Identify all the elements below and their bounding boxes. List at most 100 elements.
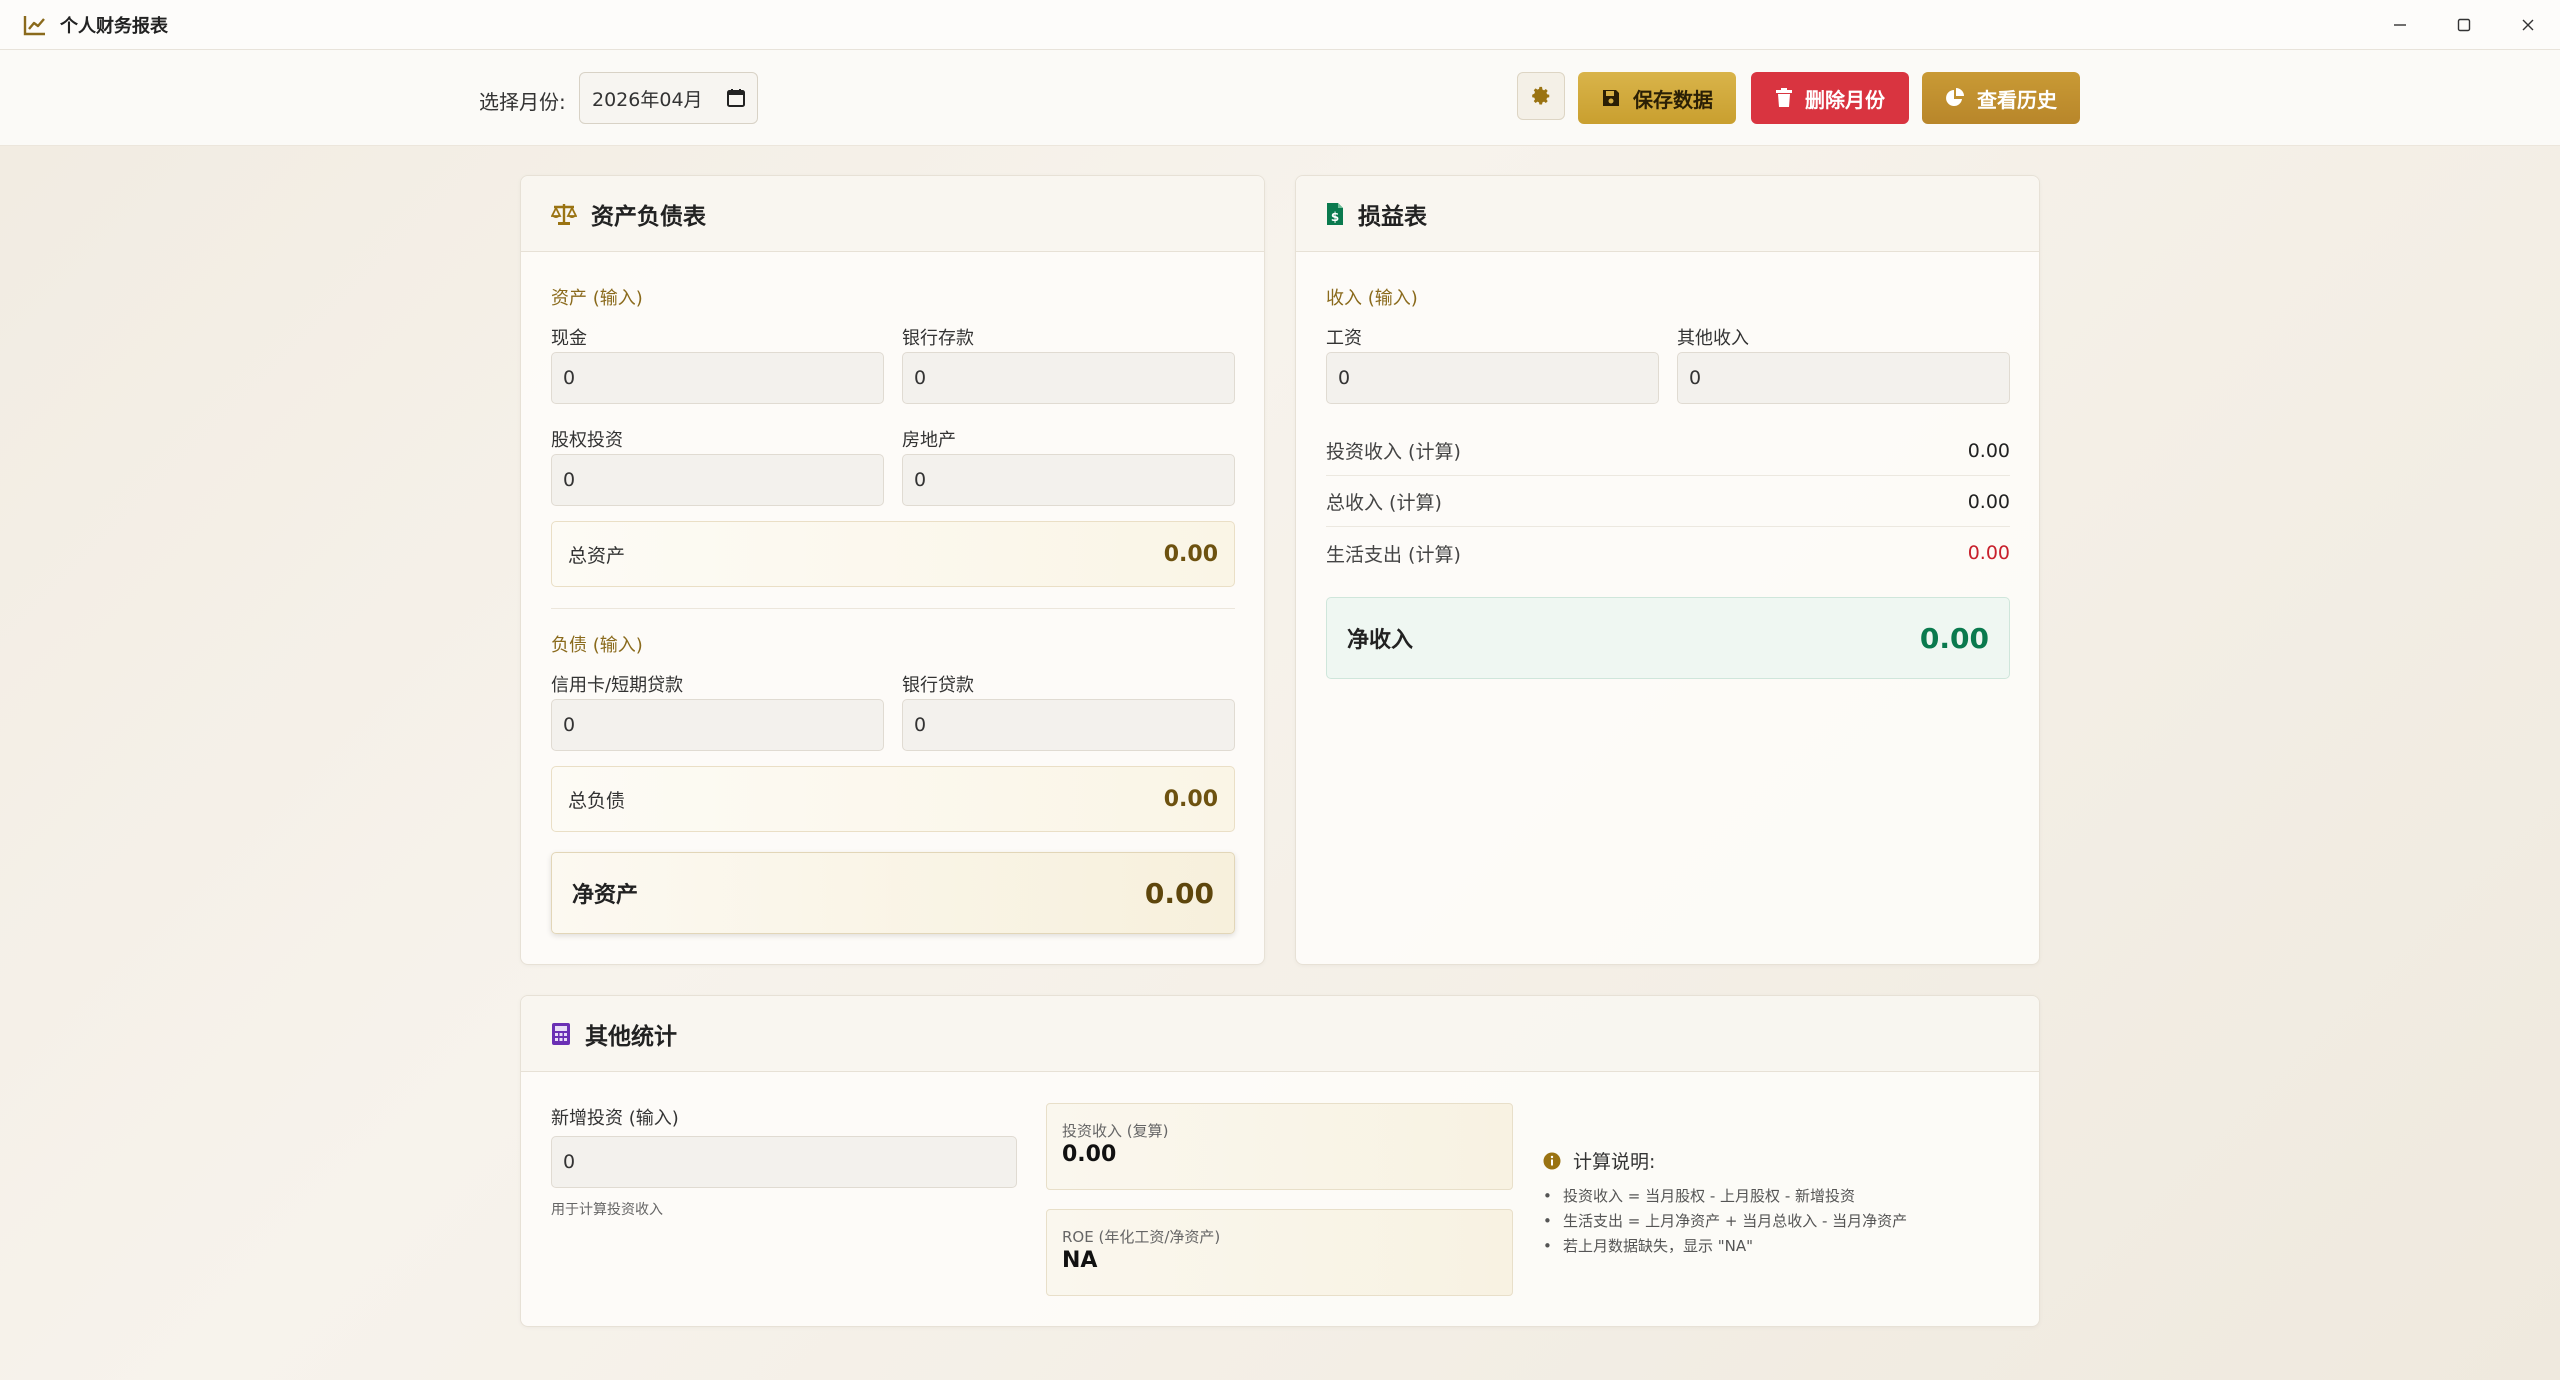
trash-icon	[1776, 88, 1792, 107]
other-stats-header: 其他统计	[521, 996, 2039, 1072]
close-button[interactable]	[2496, 0, 2560, 50]
total-assets-label: 总资产	[568, 544, 626, 567]
salary-label: 工资	[1326, 328, 1362, 349]
window-title: 个人财务报表	[60, 15, 168, 37]
roe-stat-value: NA	[1062, 1248, 1098, 1273]
equity-input[interactable]: 0	[551, 454, 884, 506]
total-liabilities-value: 0.00	[1163, 786, 1218, 812]
calculator-icon	[552, 1022, 570, 1045]
credit-label: 信用卡/短期贷款	[551, 675, 684, 696]
save-button[interactable]: 保存数据	[1578, 72, 1736, 124]
view-history-button[interactable]: 查看历史	[1922, 72, 2080, 124]
net-assets-label: 净资产	[572, 883, 639, 908]
living-expense-label: 生活支出 (计算)	[1326, 543, 1461, 566]
invoice-dollar-icon: $	[1327, 202, 1343, 225]
invest-income-stat: 投资收入 (复算) 0.00	[1046, 1103, 1513, 1190]
other-income-input[interactable]: 0	[1677, 352, 2010, 404]
total-assets-box: 总资产 0.00	[551, 521, 1235, 587]
calendar-icon[interactable]	[727, 88, 745, 113]
notes-title-row: 计算说明:	[1543, 1147, 1907, 1174]
deposit-label: 银行存款	[902, 328, 974, 349]
living-expense-row: 生活支出 (计算) 0.00	[1326, 528, 2010, 578]
delete-month-button[interactable]: 删除月份	[1751, 72, 1909, 124]
deposit-value: 0	[914, 367, 927, 389]
invest-income-stat-label: 投资收入 (复算)	[1062, 1122, 1169, 1140]
invest-income-stat-value: 0.00	[1062, 1142, 1117, 1167]
settings-button[interactable]	[1517, 72, 1565, 120]
net-income-value: 0.00	[1919, 621, 1989, 655]
chart-line-icon	[20, 10, 50, 40]
floppy-disk-icon	[1603, 90, 1619, 106]
net-assets-box: 净资产 0.00	[551, 852, 1235, 934]
new-invest-value: 0	[563, 1151, 576, 1173]
roe-stat-label: ROE (年化工资/净资产)	[1062, 1228, 1221, 1246]
pie-chart-icon	[1946, 88, 1964, 106]
note-item: 若上月数据缺失，显示 "NA"	[1543, 1234, 1907, 1259]
minimize-icon	[2394, 24, 2406, 26]
salary-value: 0	[1338, 367, 1351, 389]
minimize-button[interactable]	[2368, 0, 2432, 50]
new-invest-input[interactable]: 0	[551, 1136, 1017, 1188]
salary-input[interactable]: 0	[1326, 352, 1659, 404]
invest-income-label: 投资收入 (计算)	[1326, 441, 1461, 463]
info-circle-icon	[1543, 1152, 1561, 1169]
total-liabilities-box: 总负债 0.00	[551, 766, 1235, 832]
calculation-notes: 计算说明: 投资收入 = 当月股权 - 上月股权 - 新增投资 生活支出 = 上…	[1543, 1147, 1907, 1259]
delete-label: 删除月份	[1805, 87, 1885, 112]
new-invest-hint: 用于计算投资收入	[551, 1202, 663, 1218]
gear-icon	[1532, 86, 1550, 105]
realestate-input[interactable]: 0	[902, 454, 1235, 506]
window-controls	[2368, 0, 2560, 50]
invest-income-value: 0.00	[1967, 439, 2010, 462]
scale-balance-icon	[551, 203, 577, 225]
notes-title: 计算说明:	[1573, 1151, 1656, 1173]
assets-section-label: 资产 (输入)	[551, 288, 643, 309]
month-label: 选择月份:	[479, 90, 566, 114]
note-item: 生活支出 = 上月净资产 + 当月总收入 - 当月净资产	[1543, 1209, 1907, 1234]
liabilities-section-label: 负债 (输入)	[551, 635, 643, 656]
notes-list: 投资收入 = 当月股权 - 上月股权 - 新增投资 生活支出 = 上月净资产 +…	[1543, 1184, 1907, 1259]
living-expense-value: 0.00	[1967, 542, 2010, 564]
net-assets-value: 0.00	[1144, 876, 1214, 910]
cash-label: 现金	[551, 328, 587, 349]
total-assets-value: 0.00	[1163, 541, 1218, 567]
other-income-value: 0	[1689, 367, 1702, 389]
bank-deposit-input[interactable]: 0	[902, 352, 1235, 404]
total-income-value: 0.00	[1967, 490, 2010, 513]
credit-value: 0	[563, 714, 576, 736]
balance-sheet-title: 资产负债表	[591, 203, 706, 230]
section-divider	[551, 608, 1235, 609]
income-statement-card: $ 损益表 收入 (输入) 工资 0 其他收入 0 投资收入 (计算) 0.00…	[1295, 175, 2040, 965]
income-statement-header: $ 损益表	[1296, 176, 2039, 252]
maximize-button[interactable]	[2432, 0, 2496, 50]
save-label: 保存数据	[1633, 87, 1713, 112]
history-label: 查看历史	[1977, 87, 2057, 112]
month-picker[interactable]: 2026年04月	[579, 72, 758, 124]
income-section-label: 收入 (输入)	[1326, 288, 1418, 309]
cash-value: 0	[563, 367, 576, 389]
realestate-label: 房地产	[902, 430, 956, 451]
loan-label: 银行贷款	[902, 675, 974, 696]
other-stats-title: 其他统计	[585, 1023, 677, 1050]
new-invest-label: 新增投资 (输入)	[551, 1108, 679, 1129]
bank-loan-input[interactable]: 0	[902, 699, 1235, 751]
close-icon	[2522, 19, 2534, 31]
net-income-label: 净收入	[1347, 628, 1414, 653]
month-value: 2026年04月	[592, 88, 703, 111]
cash-input[interactable]: 0	[551, 352, 884, 404]
balance-sheet-card: 资产负债表 资产 (输入) 现金 0 银行存款 0 股权投资 0 房地产 0 总…	[520, 175, 1265, 965]
total-income-row: 总收入 (计算) 0.00	[1326, 477, 2010, 527]
svg-text:$: $	[1331, 210, 1339, 224]
balance-sheet-header: 资产负债表	[521, 176, 1264, 252]
invest-income-row: 投资收入 (计算) 0.00	[1326, 426, 2010, 476]
note-item: 投资收入 = 当月股权 - 上月股权 - 新增投资	[1543, 1184, 1907, 1209]
equity-value: 0	[563, 469, 576, 491]
roe-stat: ROE (年化工资/净资产) NA	[1046, 1209, 1513, 1296]
equity-label: 股权投资	[551, 430, 623, 451]
credit-card-input[interactable]: 0	[551, 699, 884, 751]
toolbar: 选择月份: 2026年04月 保存数据 删除月份 查看历史	[0, 50, 2560, 146]
total-liabilities-label: 总负债	[568, 789, 626, 812]
net-income-box: 净收入 0.00	[1326, 597, 2010, 679]
loan-value: 0	[914, 714, 927, 736]
other-income-label: 其他收入	[1677, 328, 1749, 349]
